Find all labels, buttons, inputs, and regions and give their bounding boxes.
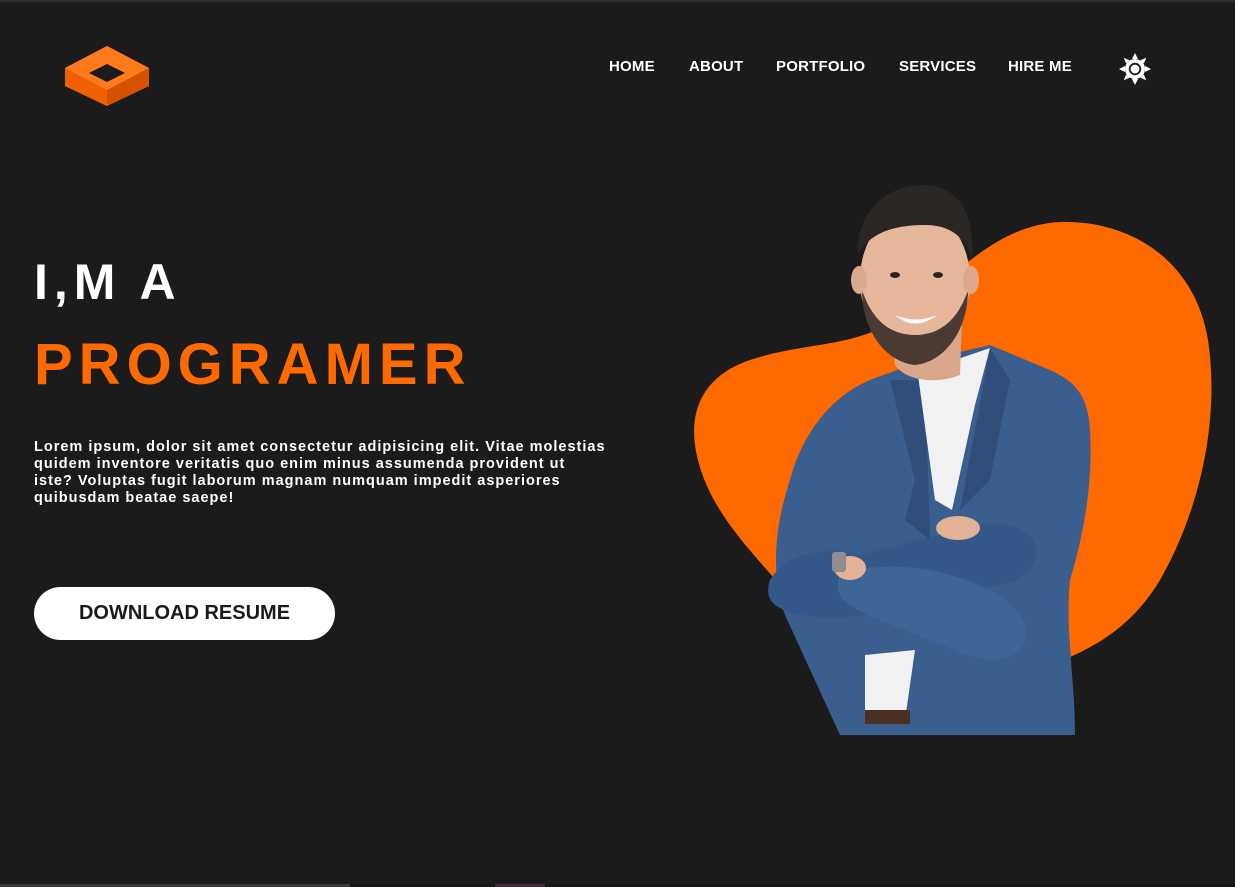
nav-portfolio[interactable]: PORTFOLIO (776, 58, 865, 75)
hero-portrait (694, 185, 1212, 735)
main-nav: HOME ABOUT PORTFOLIO SERVICES HIRE ME (0, 58, 1235, 78)
nav-home[interactable]: HOME (609, 58, 655, 75)
hero-title-line1: I,M A (34, 254, 182, 310)
nav-about[interactable]: ABOUT (689, 58, 743, 75)
hero-title-line2: PROGRAMER (34, 332, 472, 397)
sun-icon[interactable] (1118, 52, 1152, 86)
top-border (0, 0, 1235, 2)
nav-hire-me[interactable]: HIRE ME (1008, 58, 1072, 75)
download-resume-button[interactable]: DOWNLOAD RESUME (34, 587, 335, 640)
hero-description: Lorem ipsum, dolor sit amet consectetur … (34, 439, 606, 506)
portfolio-page: HOME ABOUT PORTFOLIO SERVICES HIRE ME I,… (0, 0, 1235, 887)
nav-services[interactable]: SERVICES (899, 58, 976, 75)
